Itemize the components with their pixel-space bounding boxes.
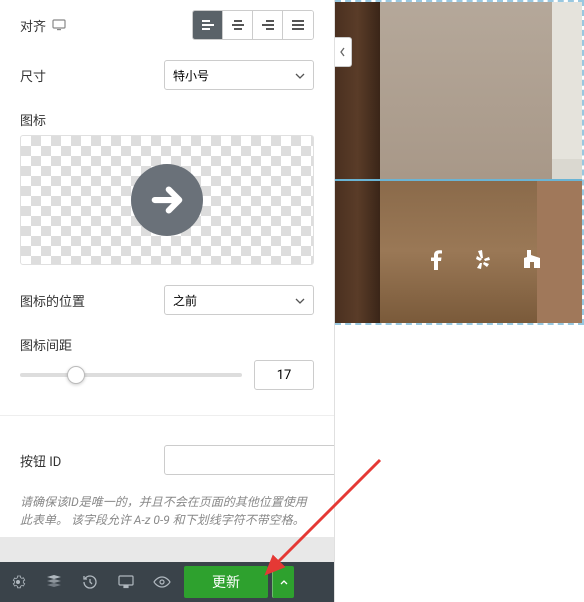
bottom-spacer bbox=[0, 537, 334, 562]
align-justify-button[interactable] bbox=[283, 11, 313, 39]
icon-spacing-input[interactable] bbox=[254, 360, 314, 390]
icon-spacing-label: 图标间距 bbox=[0, 325, 334, 360]
alignment-buttons bbox=[192, 10, 314, 40]
responsive-icon[interactable] bbox=[52, 19, 66, 31]
yelp-icon[interactable] bbox=[474, 250, 492, 275]
responsive-mode-icon[interactable] bbox=[108, 562, 144, 602]
update-button[interactable]: 更新 bbox=[184, 566, 268, 598]
footer-toolbar: 更新 bbox=[0, 562, 334, 602]
preview-upper-floor bbox=[380, 2, 552, 179]
alignment-label-text: 对齐 bbox=[20, 16, 46, 35]
icon-preview[interactable] bbox=[20, 135, 314, 265]
preview-right-floor bbox=[537, 179, 582, 323]
settings-sidebar: 对齐 尺寸 特小号 图标 bbox=[0, 0, 335, 602]
align-left-button[interactable] bbox=[193, 11, 223, 39]
icon-position-row: 图标的位置 之前 bbox=[0, 275, 334, 325]
settings-content: 对齐 尺寸 特小号 图标 bbox=[0, 0, 334, 562]
button-id-label: 按钮 ID bbox=[20, 451, 164, 470]
settings-icon[interactable] bbox=[0, 562, 36, 602]
size-value: 特小号 bbox=[173, 67, 209, 84]
icon-spacing-slider-row bbox=[0, 360, 334, 405]
icon-spacing-slider[interactable] bbox=[20, 373, 242, 377]
update-dropdown-button[interactable] bbox=[272, 566, 294, 598]
size-row: 尺寸 特小号 bbox=[0, 50, 334, 100]
houzz-icon[interactable] bbox=[524, 250, 540, 275]
button-id-row: 按钮 ID bbox=[0, 435, 334, 485]
alignment-label: 对齐 bbox=[20, 16, 192, 35]
facebook-icon[interactable] bbox=[431, 250, 442, 275]
button-id-help: 请确保该ID是唯一的，并且不会在页面的其他位置使用此表单。 该字段允许 A-z … bbox=[0, 485, 334, 537]
section-divider bbox=[0, 415, 334, 435]
align-center-button[interactable] bbox=[223, 11, 253, 39]
social-icons-widget[interactable] bbox=[431, 250, 540, 275]
button-id-input[interactable] bbox=[164, 445, 334, 475]
icon-position-label: 图标的位置 bbox=[20, 291, 164, 310]
preview-guide-line bbox=[335, 179, 582, 181]
preview-right-wall bbox=[552, 2, 582, 179]
button-id-input-group bbox=[164, 445, 314, 475]
collapse-panel-button[interactable] bbox=[335, 37, 352, 67]
icon-position-select[interactable]: 之前 bbox=[164, 285, 314, 315]
canvas-preview[interactable] bbox=[335, 0, 584, 602]
preview-image[interactable] bbox=[335, 0, 584, 325]
chevron-left-icon bbox=[339, 47, 346, 57]
navigator-icon[interactable] bbox=[36, 562, 72, 602]
icon-position-value: 之前 bbox=[173, 292, 197, 309]
chevron-down-icon bbox=[295, 68, 305, 82]
slider-thumb[interactable] bbox=[67, 366, 85, 384]
arrow-right-icon bbox=[131, 164, 203, 236]
alignment-row: 对齐 bbox=[0, 0, 334, 50]
size-select[interactable]: 特小号 bbox=[164, 60, 314, 90]
size-label: 尺寸 bbox=[20, 66, 164, 85]
history-icon[interactable] bbox=[72, 562, 108, 602]
preview-icon[interactable] bbox=[144, 562, 180, 602]
chevron-down-icon bbox=[295, 293, 305, 307]
icon-label: 图标 bbox=[0, 100, 334, 135]
align-right-button[interactable] bbox=[253, 11, 283, 39]
